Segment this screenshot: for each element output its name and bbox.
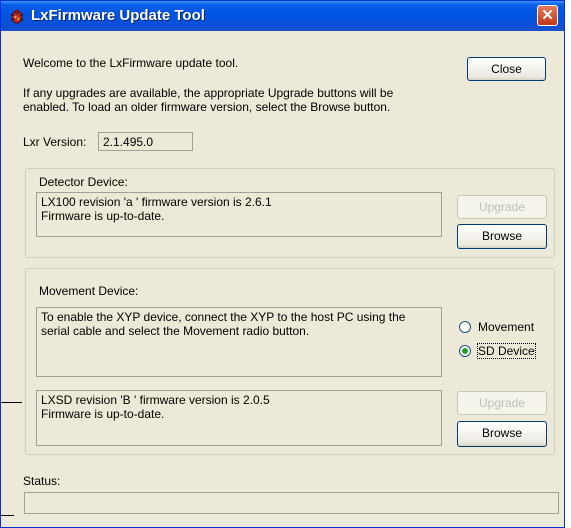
movement-info-box: To enable the XYP device, connect the XY… [36, 307, 442, 377]
sd-status-box: LXSD revision 'B ' firmware version is 2… [36, 390, 442, 446]
detector-status-box: LX100 revision 'a ' firmware version is … [36, 192, 442, 237]
sd-device-radio[interactable] [459, 345, 471, 357]
info-text-line2: enabled. To load an older firmware versi… [23, 100, 391, 114]
welcome-text: Welcome to the LxFirmware update tool. [23, 56, 239, 70]
movement-info-line2: serial cable and select the Movement rad… [41, 324, 310, 338]
firmware-update-window: LxFirmware Update Tool ✕ Welcome to the … [0, 0, 565, 528]
app-bug-icon [10, 9, 24, 24]
movement-browse-button[interactable]: Browse [457, 421, 547, 447]
lxr-version-field: 2.1.495.0 [98, 132, 193, 151]
movement-device-title: Movement Device: [39, 284, 139, 298]
window-title: LxFirmware Update Tool [31, 7, 205, 24]
lxr-version-label: Lxr Version: [23, 135, 87, 149]
sd-firmware-line: LXSD revision 'B ' firmware version is 2… [41, 393, 270, 407]
sd-uptodate-line: Firmware is up-to-date. [41, 407, 165, 421]
detector-device-title: Detector Device: [39, 175, 128, 189]
detector-upgrade-button[interactable]: Upgrade [457, 195, 547, 219]
info-text-line1: If any upgrades are available, the appro… [23, 86, 394, 100]
callout-line [0, 515, 14, 516]
window-close-icon[interactable]: ✕ [537, 5, 558, 26]
movement-radio-label[interactable]: Movement [478, 320, 534, 334]
status-label: Status: [23, 474, 61, 488]
detector-browse-button[interactable]: Browse [457, 224, 547, 249]
detector-uptodate-line: Firmware is up-to-date. [41, 209, 165, 223]
callout-line [0, 402, 22, 403]
movement-upgrade-button[interactable]: Upgrade [457, 391, 547, 415]
detector-firmware-line: LX100 revision 'a ' firmware version is … [41, 195, 272, 209]
close-button[interactable]: Close [467, 57, 546, 81]
sd-device-radio-label[interactable]: SD Device [477, 343, 536, 359]
status-field [24, 492, 559, 514]
movement-info-line1: To enable the XYP device, connect the XY… [41, 310, 406, 324]
title-bar[interactable]: LxFirmware Update Tool ✕ [1, 1, 564, 31]
movement-radio[interactable] [459, 321, 471, 333]
